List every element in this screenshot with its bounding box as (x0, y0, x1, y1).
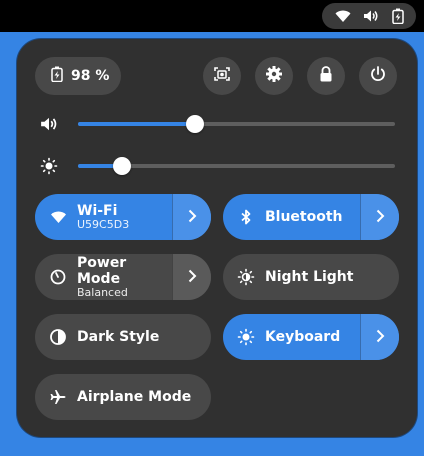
power-mode-title: Power Mode (77, 254, 127, 287)
screenshot-button[interactable] (203, 57, 241, 95)
wifi-tile: Wi-Fi U59C5D3 (35, 194, 211, 240)
night-light-icon (237, 268, 255, 286)
lock-button[interactable] (307, 57, 345, 95)
brightness-slider-handle[interactable] (113, 157, 132, 175)
brightness-icon (39, 156, 59, 176)
keyboard-tile: Keyboard (223, 314, 399, 360)
keyboard-toggle[interactable]: Keyboard (223, 314, 361, 360)
settings-button[interactable] (255, 57, 293, 95)
battery-status-button[interactable]: 98 % (35, 57, 121, 95)
bluetooth-title: Bluetooth (265, 208, 343, 225)
bluetooth-toggle[interactable]: Bluetooth (223, 194, 361, 240)
system-tray[interactable] (322, 3, 416, 29)
airplane-icon (49, 388, 67, 406)
top-bar (0, 0, 424, 32)
dark-style-title: Dark Style (77, 328, 160, 345)
screenshot-icon (213, 65, 231, 87)
brightness-slider[interactable] (78, 157, 395, 175)
lock-icon (318, 65, 334, 87)
wifi-title: Wi-Fi (77, 202, 118, 219)
chevron-right-icon (375, 328, 385, 347)
battery-percent-label: 98 % (71, 68, 110, 84)
volume-icon (363, 9, 379, 23)
volume-slider-row (39, 112, 395, 136)
night-light-title: Night Light (265, 268, 354, 285)
volume-slider-fill (78, 122, 196, 126)
keyboard-title: Keyboard (265, 328, 341, 345)
chevron-right-icon (375, 208, 385, 227)
dark-style-tile[interactable]: Dark Style (35, 314, 211, 360)
keyboard-brightness-icon (237, 328, 255, 346)
airplane-mode-tile[interactable]: Airplane Mode (35, 374, 211, 420)
keyboard-menu-button[interactable] (360, 314, 399, 360)
night-light-tile[interactable]: Night Light (223, 254, 399, 300)
quick-settings-panel: 98 % Wi-Fi U59C5D3 Bluetooth Power Mode … (17, 39, 417, 437)
brightness-slider-row (39, 154, 395, 178)
chevron-right-icon (187, 208, 197, 227)
wifi-icon (335, 9, 351, 23)
power-mode-toggle[interactable]: Power Mode Balanced (35, 254, 173, 300)
volume-slider[interactable] (78, 115, 395, 133)
wifi-menu-button[interactable] (172, 194, 211, 240)
power-mode-subtitle: Balanced (77, 285, 128, 299)
battery-charging-icon (391, 8, 404, 24)
chevron-right-icon (187, 268, 197, 287)
volume-slider-handle[interactable] (186, 115, 205, 133)
gear-icon (265, 65, 283, 87)
wifi-subtitle: U59C5D3 (77, 217, 130, 231)
airplane-mode-title: Airplane Mode (77, 388, 192, 405)
bluetooth-icon (237, 208, 255, 226)
power-mode-tile: Power Mode Balanced (35, 254, 211, 300)
wifi-icon (49, 208, 67, 226)
dark-style-icon (49, 328, 67, 346)
bluetooth-menu-button[interactable] (360, 194, 399, 240)
power-mode-icon (49, 268, 67, 286)
battery-charging-icon (51, 66, 63, 86)
bluetooth-tile: Bluetooth (223, 194, 399, 240)
power-icon (369, 65, 387, 87)
power-button[interactable] (359, 57, 397, 95)
wifi-toggle[interactable]: Wi-Fi U59C5D3 (35, 194, 173, 240)
power-mode-menu-button[interactable] (172, 254, 211, 300)
volume-icon (39, 114, 59, 134)
